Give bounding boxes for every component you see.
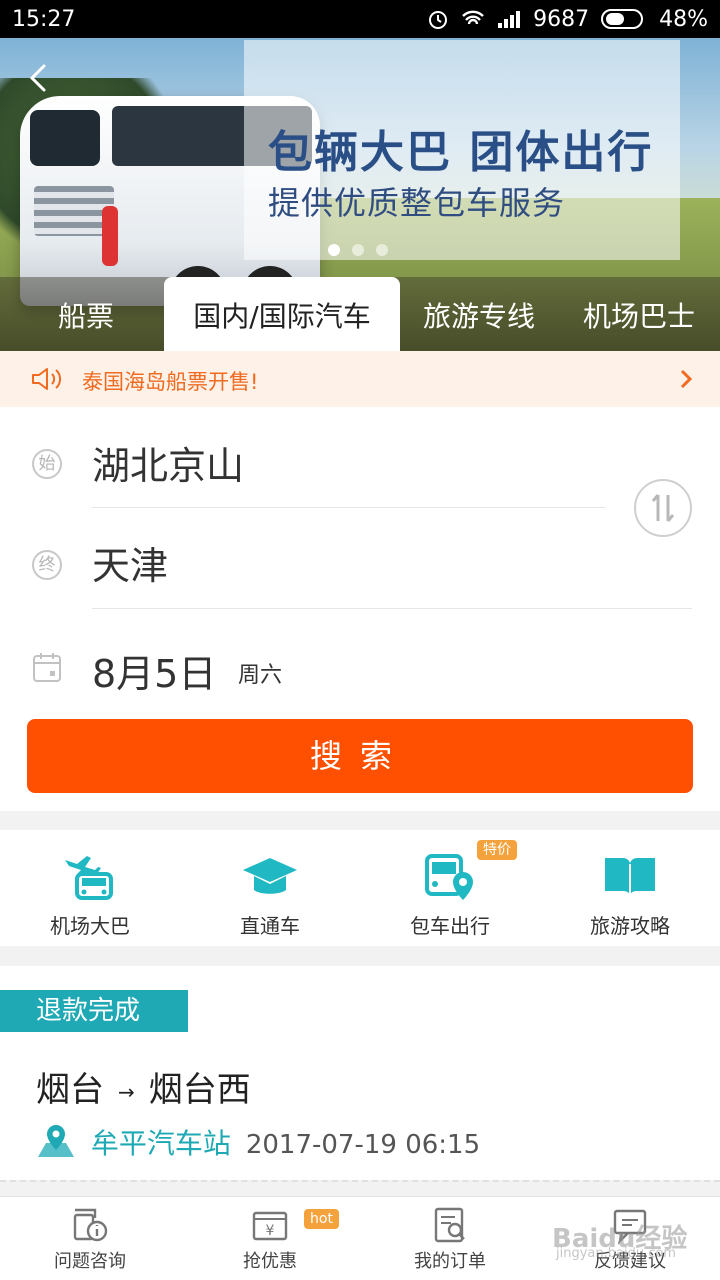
dashed-divider xyxy=(0,1180,720,1182)
charter-bus-icon xyxy=(425,854,473,900)
wifi-icon xyxy=(462,10,484,25)
category-tabs: 船票 国内/国际汽车 旅游专线 机场巴士 xyxy=(0,277,720,351)
back-arrow-icon[interactable] xyxy=(20,58,60,98)
map-pin-icon xyxy=(38,1125,74,1157)
station-name: 牟平汽车站 xyxy=(90,1127,231,1160)
weekday-label: 周六 xyxy=(238,663,283,688)
battery-text: 48% xyxy=(659,6,708,32)
quick-links: 机场大巴 直通车 包车出行 特价 旅游攻略 xyxy=(0,830,720,946)
quick-airport-bus[interactable]: 机场大巴 xyxy=(0,830,180,946)
banner-subline: 提供优质整包车服务 xyxy=(268,184,566,222)
route-arrow: → xyxy=(118,1079,135,1104)
notice-bar[interactable]: 泰国海岛船票开售! xyxy=(0,351,720,407)
quick-charter-label: 包车出行 xyxy=(410,914,490,938)
order-status-badge: 退款完成 xyxy=(0,990,188,1032)
graduation-cap-icon xyxy=(243,858,297,894)
nav-my-orders-label: 我的订单 xyxy=(414,1251,486,1272)
order-station-row: 牟平汽车站 2017-07-19 06:15 xyxy=(36,1122,480,1162)
search-button[interactable]: 搜索 xyxy=(27,719,693,793)
pager-dot xyxy=(352,244,364,256)
divider xyxy=(92,608,692,609)
pager-dot xyxy=(376,244,388,256)
bus-window xyxy=(30,110,100,166)
end-city-field[interactable]: 天津 xyxy=(92,535,168,590)
signal-icon xyxy=(498,11,521,28)
speaker-icon xyxy=(32,368,62,390)
route-to: 烟台西 xyxy=(148,1070,251,1110)
pager-dot xyxy=(328,244,340,256)
alarm-icon xyxy=(429,11,448,29)
nav-consult[interactable]: 问题咨询 xyxy=(0,1197,180,1280)
chevron-right-icon xyxy=(680,369,693,389)
nav-consult-label: 问题咨询 xyxy=(54,1251,126,1272)
tab-ship[interactable]: 船票 xyxy=(0,277,172,351)
nav-my-orders[interactable]: 我的订单 xyxy=(360,1197,540,1280)
tab-bus[interactable]: 国内/国际汽车 xyxy=(164,277,400,351)
airport-bus-icon xyxy=(65,856,113,900)
date-field[interactable]: 8月5日 xyxy=(92,643,216,698)
nav-coupons-label: 抢优惠 xyxy=(243,1251,297,1272)
coupon-icon: ¥ xyxy=(252,1211,288,1241)
status-time: 15:27 xyxy=(12,6,76,32)
banner-pager xyxy=(328,244,388,256)
start-marker-icon: 始 xyxy=(32,449,62,479)
divider xyxy=(92,507,606,508)
quick-travel-guide[interactable]: 旅游攻略 xyxy=(540,830,720,946)
watermark-url: jingyan.baidu.com xyxy=(556,1246,676,1261)
order-icon xyxy=(434,1207,465,1243)
end-marker-icon: 终 xyxy=(32,550,62,580)
quick-direct-bus-label: 直通车 xyxy=(240,914,300,938)
route-from: 烟台 xyxy=(36,1070,104,1110)
swap-cities-button[interactable] xyxy=(634,479,692,537)
swap-icon xyxy=(651,494,675,522)
special-price-badge: 特价 xyxy=(477,840,517,860)
start-city-field[interactable]: 湖北京山 xyxy=(92,435,244,490)
search-form: 始 湖北京山 终 天津 8月5日 周六 搜索 xyxy=(0,407,720,811)
banner-headline: 包辆大巴 团体出行 xyxy=(268,127,654,178)
order-datetime: 2017-07-19 06:15 xyxy=(245,1130,481,1160)
status-right: 9687 48% xyxy=(427,7,708,32)
quick-direct-bus[interactable]: 直通车 xyxy=(180,830,360,946)
calendar-icon xyxy=(33,653,61,682)
quick-airport-bus-label: 机场大巴 xyxy=(50,914,130,938)
quick-travel-guide-label: 旅游攻略 xyxy=(590,914,670,938)
battery-icon xyxy=(601,9,644,29)
open-book-icon xyxy=(605,858,655,896)
signal-text: 9687 xyxy=(533,6,590,32)
notice-text: 泰国海岛船票开售! xyxy=(82,370,259,394)
bus-light xyxy=(102,206,118,266)
order-card[interactable]: 退款完成 烟台 → 烟台西 牟平汽车站 2017-07-19 06:15 xyxy=(0,966,720,1180)
consult-icon xyxy=(73,1208,108,1242)
svg-text:¥: ¥ xyxy=(266,1223,275,1239)
order-route: 烟台 → 烟台西 xyxy=(36,1062,251,1111)
status-bar: 15:27 9687 48% xyxy=(0,0,720,38)
tab-tour-line[interactable]: 旅游专线 xyxy=(400,277,558,351)
hot-badge: hot xyxy=(304,1209,339,1229)
tab-airport-bus[interactable]: 机场巴士 xyxy=(558,277,720,351)
